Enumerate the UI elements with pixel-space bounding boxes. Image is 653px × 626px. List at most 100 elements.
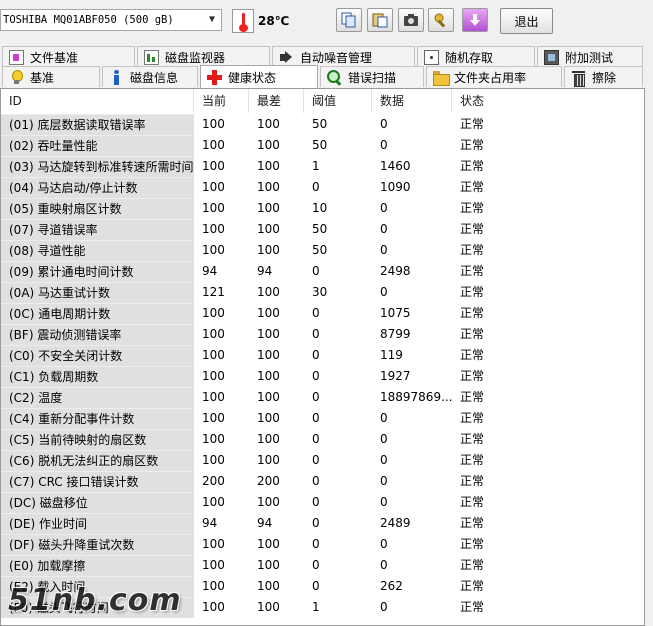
column-header-data[interactable]: 数据 (372, 89, 452, 113)
cell-current: 100 (202, 243, 225, 257)
table-row[interactable]: (C5) 当前待映射的扇区数 100 100 0 0 正常 (1, 429, 644, 450)
cell-current: 121 (202, 285, 225, 299)
column-header-current[interactable]: 当前 (194, 89, 249, 113)
table-row[interactable]: (08) 寻道性能 100 100 50 0 正常 (1, 240, 644, 261)
table-row[interactable]: (03) 马达旋转到标准转速所需时间 100 100 1 1460 正常 (1, 156, 644, 177)
cell-current: 100 (202, 432, 225, 446)
cell-id: (01) 底层数据读取错误率 (1, 114, 194, 135)
column-header-id[interactable]: ID (1, 89, 194, 113)
magnifier-icon (327, 69, 342, 85)
tab-aam[interactable]: 自动噪音管理 (272, 46, 415, 67)
tab-error-scan[interactable]: 错误扫描 (320, 66, 424, 87)
cell-threshold: 0 (312, 306, 320, 320)
tab-extra-tests[interactable]: 附加测试 (537, 46, 643, 67)
cell-id: (C0) 不安全关闭计数 (1, 345, 194, 366)
tab-label: 擦除 (592, 70, 617, 85)
cell-worst: 100 (257, 243, 280, 257)
cell-worst: 100 (257, 390, 280, 404)
cell-worst: 100 (257, 432, 280, 446)
table-row[interactable]: (DE) 作业时间 94 94 0 2489 正常 (1, 513, 644, 534)
table-row[interactable]: (BF) 震动侦测错误率 100 100 0 8799 正常 (1, 324, 644, 345)
table-row[interactable]: (DC) 磁盘移位 100 100 0 0 正常 (1, 492, 644, 513)
cell-current: 200 (202, 474, 225, 488)
cell-data: 1090 (380, 180, 411, 194)
table-row[interactable]: (E2) 载入时间 100 100 0 262 正常 (1, 576, 644, 597)
table-row[interactable]: (05) 重映射扇区计数 100 100 10 0 正常 (1, 198, 644, 219)
cell-status: 正常 (460, 327, 485, 341)
tab-health[interactable]: 健康状态 (200, 65, 318, 88)
cell-current: 100 (202, 201, 225, 215)
tab-file-benchmark[interactable]: 文件基准 (2, 46, 135, 67)
cell-current: 100 (202, 558, 225, 572)
table-row[interactable]: (04) 马达启动/停止计数 100 100 0 1090 正常 (1, 177, 644, 198)
table-row[interactable]: (C6) 脱机无法纠正的扇区数 100 100 0 0 正常 (1, 450, 644, 471)
table-row[interactable]: (C7) CRC 接口错误计数 200 200 0 0 正常 (1, 471, 644, 492)
tab-erase[interactable]: 擦除 (564, 66, 643, 87)
exit-button[interactable]: 退出 (500, 8, 553, 34)
table-row[interactable]: (07) 寻道错误率 100 100 50 0 正常 (1, 219, 644, 240)
cell-data: 2498 (380, 264, 411, 278)
cell-current: 100 (202, 369, 225, 383)
cell-worst: 100 (257, 327, 280, 341)
column-header-worst[interactable]: 最差 (249, 89, 304, 113)
cell-worst: 100 (257, 159, 280, 173)
tab-label: 健康状态 (228, 70, 277, 85)
smart-attribute-list[interactable]: ID 当前 最差 阈值 数据 状态 (01) 底层数据读取错误率 100 100 50… (0, 88, 645, 626)
copy-button[interactable] (336, 8, 362, 32)
tab-disk-monitor[interactable]: 磁盘监视器 (137, 46, 270, 67)
cell-current: 100 (202, 348, 225, 362)
cell-threshold: 0 (312, 411, 320, 425)
table-row[interactable]: (C0) 不安全关闭计数 100 100 0 119 正常 (1, 345, 644, 366)
tab-disk-info[interactable]: 磁盘信息 (102, 66, 198, 87)
speaker-icon (279, 50, 294, 65)
cell-worst: 100 (257, 117, 280, 131)
cell-data: 119 (380, 348, 403, 362)
table-row[interactable]: (C4) 重新分配事件计数 100 100 0 0 正常 (1, 408, 644, 429)
chevron-down-icon[interactable]: ▼ (203, 10, 221, 30)
table-row[interactable]: (C2) 温度 100 100 0 18897869... 正常 (1, 387, 644, 408)
paste-button[interactable] (367, 8, 393, 32)
table-row[interactable]: (02) 吞吐量性能 100 100 50 0 正常 (1, 135, 644, 156)
tab-label: 文件基准 (30, 50, 79, 65)
cell-threshold: 50 (312, 243, 328, 257)
cell-current: 94 (202, 264, 218, 278)
tab-benchmark[interactable]: 基准 (2, 66, 100, 87)
options-button[interactable] (428, 8, 454, 32)
table-row[interactable]: (E0) 加载摩擦 100 100 0 0 正常 (1, 555, 644, 576)
cell-threshold: 50 (312, 138, 328, 152)
cell-worst: 200 (257, 474, 280, 488)
tab-label: 磁盘信息 (130, 70, 179, 85)
cell-status: 正常 (460, 495, 485, 509)
list-rows: (01) 底层数据读取错误率 100 100 50 0 正常 (02) 吞吐量性能 100 10… (1, 114, 644, 618)
table-row[interactable]: (DF) 磁头升降重试次数 100 100 0 0 正常 (1, 534, 644, 555)
cell-data: 0 (380, 201, 388, 215)
cell-threshold: 0 (312, 264, 320, 278)
cell-data: 0 (380, 600, 388, 614)
cell-status: 正常 (460, 558, 485, 572)
table-row[interactable]: (0A) 马达重试计数 121 100 30 0 正常 (1, 282, 644, 303)
tab-folder-usage[interactable]: 文件夹占用率 (426, 66, 562, 87)
drive-select[interactable]: TOSHIBA MQ01ABF050 (500 gB) ▼ (0, 9, 222, 31)
cell-id: (F0) 磁头飞行时间 (1, 597, 194, 618)
cell-worst: 100 (257, 201, 280, 215)
column-header-status[interactable]: 状态 (452, 89, 522, 113)
table-row[interactable]: (F0) 磁头飞行时间 100 100 1 0 正常 (1, 597, 644, 618)
vertical-scrollbar[interactable] (645, 88, 653, 626)
cell-status: 正常 (460, 117, 485, 131)
tab-random-access[interactable]: 随机存取 (417, 46, 535, 67)
cell-worst: 100 (257, 285, 280, 299)
cell-status: 正常 (460, 516, 485, 530)
table-row[interactable]: (09) 累计通电时间计数 94 94 0 2498 正常 (1, 261, 644, 282)
screenshot-button[interactable] (398, 8, 424, 32)
cell-status: 正常 (460, 159, 485, 173)
cell-id: (0C) 通电周期计数 (1, 303, 194, 324)
cell-id: (09) 累计通电时间计数 (1, 261, 194, 282)
table-row[interactable]: (01) 底层数据读取错误率 100 100 50 0 正常 (1, 114, 644, 135)
column-header-threshold[interactable]: 阈值 (304, 89, 372, 113)
cell-id: (0A) 马达重试计数 (1, 282, 194, 303)
table-row[interactable]: (0C) 通电周期计数 100 100 0 1075 正常 (1, 303, 644, 324)
save-button[interactable] (462, 8, 488, 32)
table-row[interactable]: (C1) 负载周期数 100 100 0 1927 正常 (1, 366, 644, 387)
temperature-indicator: 28℃ (232, 8, 289, 34)
cell-data: 0 (380, 411, 388, 425)
